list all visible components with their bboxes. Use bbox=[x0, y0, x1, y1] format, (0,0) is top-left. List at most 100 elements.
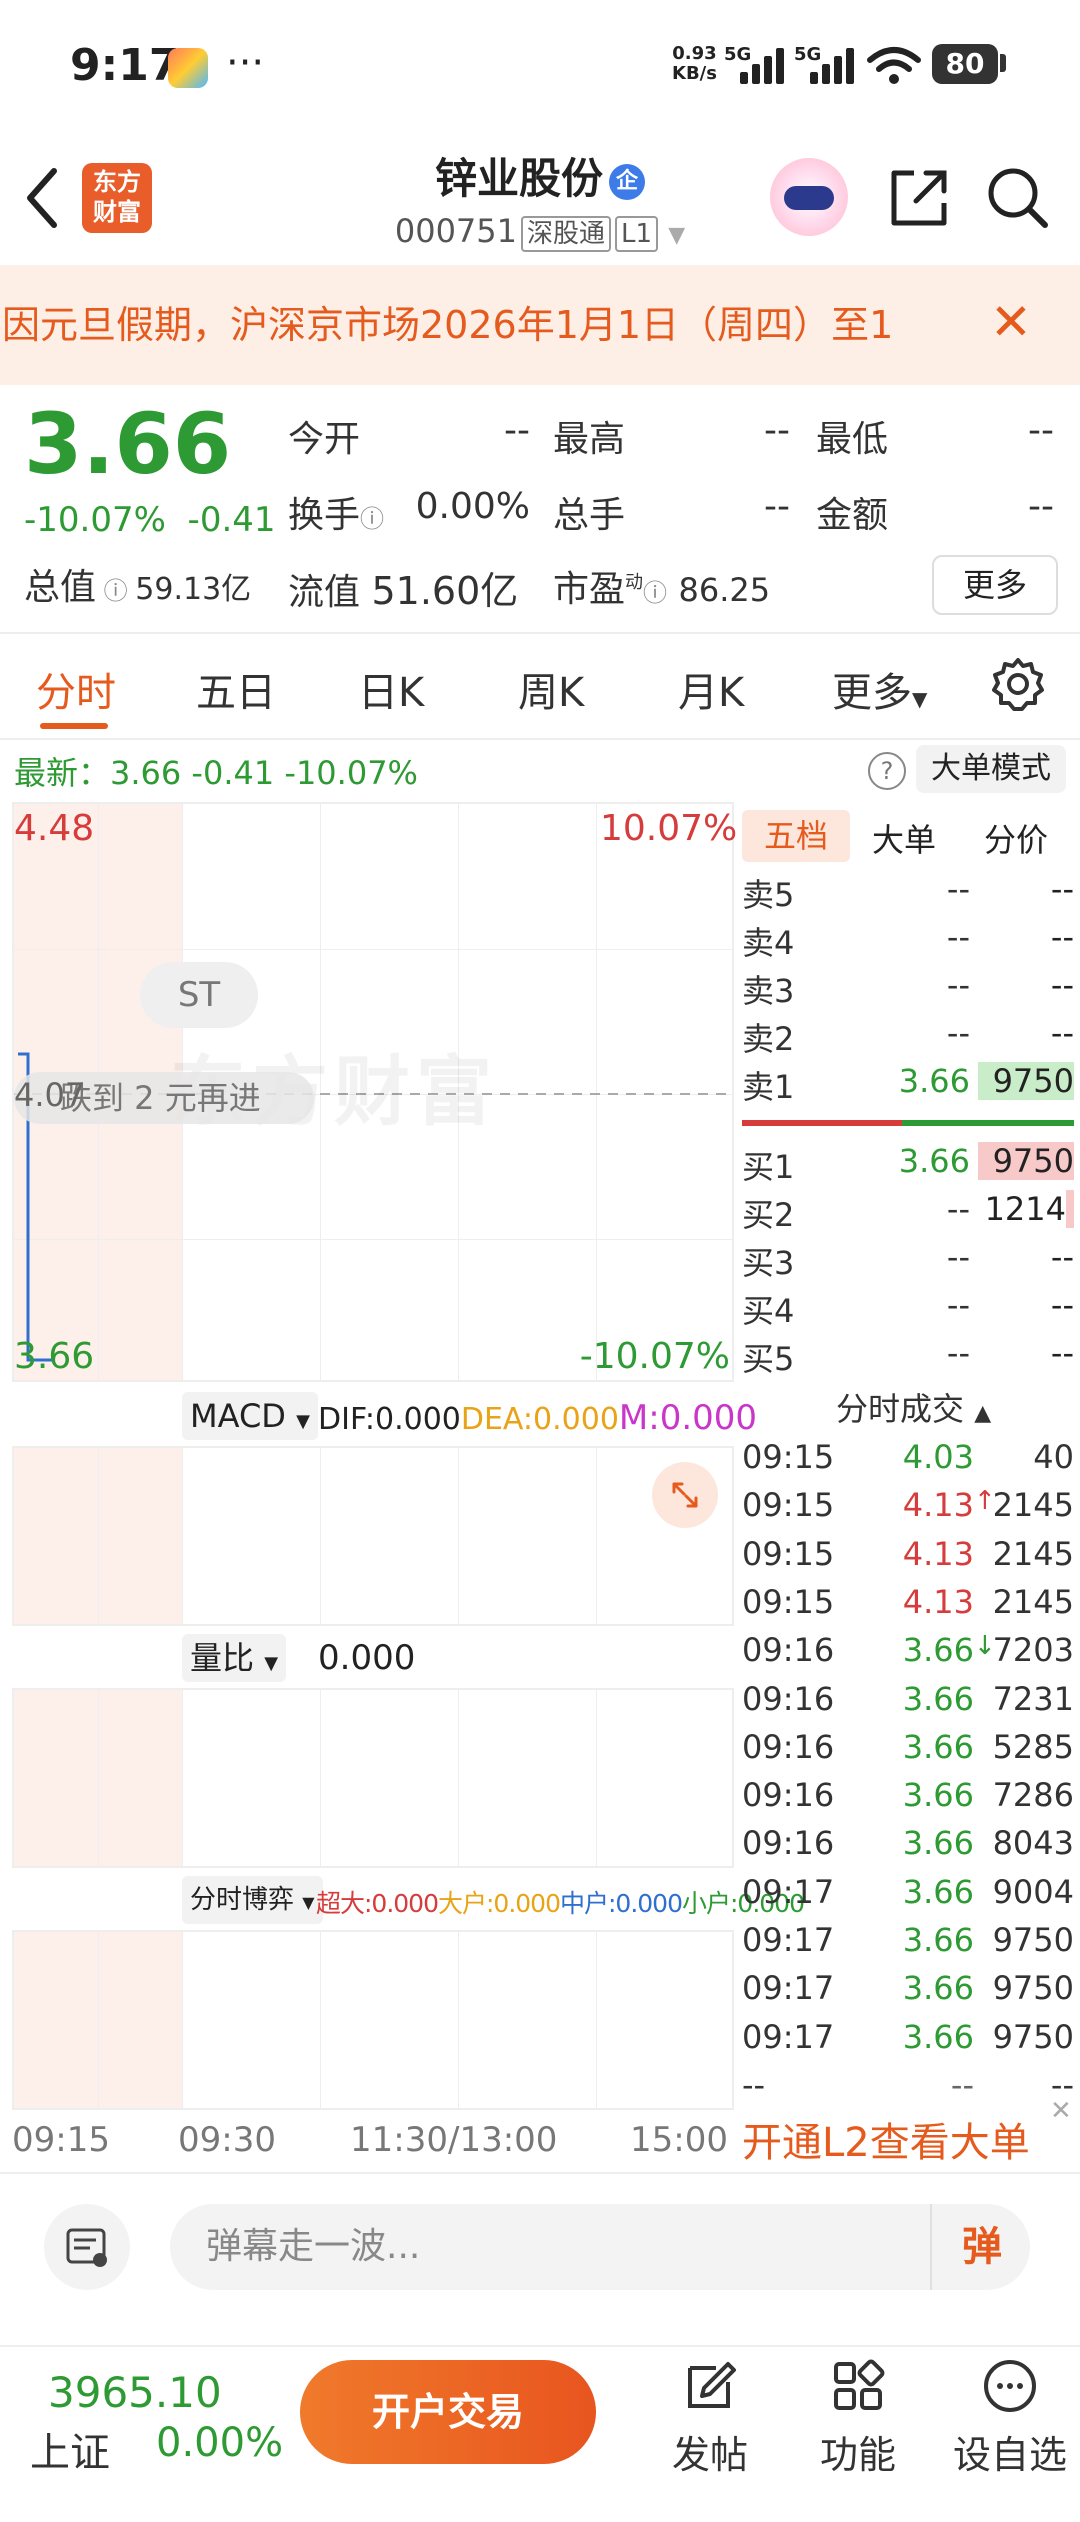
danmu-placeholder: 弹幕走一波... bbox=[206, 2226, 421, 2267]
amount-value: -- bbox=[1028, 486, 1054, 527]
tick-volume: 9750 bbox=[992, 2017, 1074, 2056]
caret-up-icon: ▲ bbox=[974, 1401, 992, 1426]
l2-promo[interactable]: 开通L2查看大单 bbox=[742, 2110, 1030, 2168]
tab-intraday[interactable]: 分时 bbox=[36, 660, 116, 718]
share-icon[interactable] bbox=[886, 165, 952, 231]
current-price: 3.66 bbox=[24, 395, 232, 493]
tick-time: 09:15 bbox=[742, 1582, 835, 1621]
tab-5day[interactable]: 五日 bbox=[196, 660, 276, 718]
st-label-pill[interactable]: ST bbox=[140, 962, 258, 1028]
low-label: 最低 bbox=[816, 419, 889, 460]
tab-more[interactable]: 更多▼ bbox=[832, 660, 927, 718]
time-label-close: 15:00 bbox=[630, 2120, 728, 2160]
info-icon: ⓘ bbox=[96, 577, 136, 605]
notice-text: 因元旦假期，沪深京市场2026年1月1日（周四）至1 bbox=[2, 303, 894, 347]
tab-weekly-k[interactable]: 周K bbox=[518, 660, 584, 718]
pe-ratio: 市盈动ⓘ 86.25 bbox=[553, 569, 771, 610]
search-icon[interactable] bbox=[985, 165, 1051, 231]
volume-label: 总手 bbox=[553, 495, 626, 536]
post-button[interactable]: 发帖 bbox=[650, 2350, 770, 2479]
bid-ask-divider bbox=[742, 1120, 1074, 1126]
ask-level-label: 卖1 bbox=[742, 1068, 795, 1106]
close-icon[interactable]: ✕ bbox=[990, 293, 1032, 351]
tab-daily-k[interactable]: 日K bbox=[358, 660, 424, 718]
info-icon: ⓘ bbox=[643, 579, 668, 607]
connect-tag: 深股通 bbox=[521, 216, 612, 252]
high-value: -- bbox=[764, 410, 790, 451]
caret-down-icon: ▼ bbox=[296, 1411, 310, 1432]
wifi-icon bbox=[867, 47, 921, 84]
danmu-send-button[interactable]: 弹 bbox=[930, 2204, 1032, 2290]
game-selector[interactable]: 分时博弈 ▼ bbox=[182, 1876, 323, 1924]
bid-level-volume: 9750 bbox=[978, 1142, 1074, 1180]
ask-level-volume: -- bbox=[1050, 1014, 1074, 1052]
more-notifications: ··· bbox=[226, 40, 265, 86]
tick-volume: 5285 bbox=[992, 1727, 1074, 1766]
bid-level-price: -- bbox=[946, 1334, 970, 1372]
volume-ratio-selector[interactable]: 量比 ▼ bbox=[182, 1634, 287, 1682]
price-change: -10.07% -0.41 bbox=[24, 500, 276, 540]
ask-level-label: 卖3 bbox=[742, 972, 795, 1010]
battery-icon: 80 bbox=[932, 44, 998, 84]
turnover-value: 0.00% bbox=[415, 486, 530, 527]
functions-button[interactable]: 功能 bbox=[798, 2350, 918, 2479]
tick-price: 3.66 bbox=[902, 1679, 974, 1718]
danmu-input[interactable]: 弹幕走一波... 弹 bbox=[170, 2204, 1030, 2290]
tick-time: 09:15 bbox=[742, 1534, 835, 1573]
ai-assistant-icon[interactable] bbox=[770, 158, 848, 236]
chart-top-price: 4.48 bbox=[14, 808, 95, 849]
edit-icon bbox=[688, 2362, 736, 2408]
bid-level-price: -- bbox=[946, 1286, 970, 1324]
tick-time: 09:17 bbox=[742, 1921, 835, 1959]
tick-volume: 2145 bbox=[992, 1582, 1074, 1621]
index-name[interactable]: 上证 bbox=[30, 2420, 110, 2478]
add-watchlist-button[interactable]: 设自选 bbox=[946, 2350, 1074, 2479]
mid-price-label: 4.07 bbox=[14, 1076, 86, 1114]
tick-volume: 2145 bbox=[992, 1486, 1074, 1525]
tick-volume: 9750 bbox=[992, 1921, 1074, 1959]
index-value[interactable]: 3965.10 bbox=[48, 2368, 222, 2417]
tick-volume: 8043 bbox=[992, 1824, 1074, 1863]
danmu-settings-icon[interactable] bbox=[44, 2204, 130, 2290]
ask-level-volume: -- bbox=[1050, 870, 1074, 908]
tick-price: 3.66 bbox=[902, 1631, 974, 1670]
open-account-trade-button[interactable]: 开户交易 bbox=[300, 2360, 596, 2464]
ask-level-volume: -- bbox=[1050, 918, 1074, 956]
volume-ratio-value: 0.000 bbox=[318, 1638, 416, 1678]
tick-time: 09:17 bbox=[742, 2017, 835, 2056]
info-icon: ⓘ bbox=[360, 505, 385, 533]
help-icon[interactable]: ? bbox=[868, 752, 906, 790]
ask-level-label: 卖2 bbox=[742, 1020, 795, 1058]
ticks-title[interactable]: 分时成交 ▲ bbox=[836, 1384, 991, 1430]
time-label-930: 09:30 bbox=[178, 2120, 276, 2160]
turnover-label: 换手ⓘ bbox=[288, 495, 385, 536]
total-mv-label: 总值 ⓘ 59.13亿 bbox=[24, 567, 252, 608]
stock-code: 000751 bbox=[394, 212, 517, 250]
tick-time: 09:16 bbox=[742, 1824, 835, 1863]
market-notice-banner[interactable]: 因元旦假期，沪深京市场2026年1月1日（周四）至1 ✕ bbox=[0, 265, 1080, 385]
index-change[interactable]: 0.00% bbox=[156, 2420, 283, 2466]
tab-monthly-k[interactable]: 月K bbox=[678, 660, 744, 718]
tick-price: 4.13 bbox=[902, 1534, 974, 1573]
tick-volume: 2145 bbox=[992, 1534, 1074, 1573]
level-tag: L1 bbox=[615, 216, 659, 252]
status-bar: 9:17 ··· 0.93 KB/s 5G 5G 80 bbox=[0, 0, 1080, 130]
tab-big-orders[interactable]: 大单 bbox=[872, 815, 936, 861]
open-value: -- bbox=[504, 410, 530, 451]
settings-gear-icon[interactable] bbox=[990, 656, 1046, 712]
close-icon[interactable]: ✕ bbox=[1050, 2096, 1072, 2126]
tick-volume: 7286 bbox=[992, 1776, 1074, 1815]
divider bbox=[0, 2172, 1080, 2174]
signal-icon bbox=[740, 44, 790, 84]
tab-price-dist[interactable]: 分价 bbox=[984, 815, 1048, 861]
macd-selector[interactable]: MACD ▼ bbox=[182, 1392, 318, 1440]
more-quote-button[interactable]: 更多 bbox=[932, 555, 1058, 615]
ask-level-price: -- bbox=[946, 870, 970, 908]
net-speed: 0.93 KB/s bbox=[672, 43, 717, 84]
big-order-mode-button[interactable]: 大单模式 bbox=[916, 745, 1066, 793]
ask-level-price: 3.66 bbox=[898, 1062, 970, 1100]
high-label: 最高 bbox=[553, 419, 626, 460]
app-notification-icon bbox=[168, 48, 208, 88]
expand-icon[interactable] bbox=[652, 1462, 718, 1528]
tab-five-levels[interactable]: 五档 bbox=[742, 810, 850, 862]
